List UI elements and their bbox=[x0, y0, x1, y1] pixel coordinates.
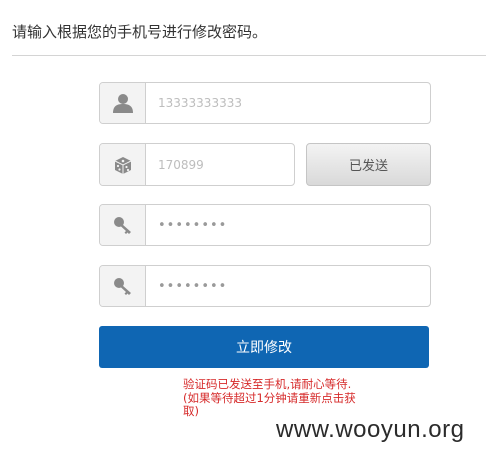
notice-message: 验证码已发送至手机,请耐心等待. (如果等待超过1分钟请重新点击获取) bbox=[183, 377, 358, 419]
watermark: www.wooyun.org bbox=[276, 416, 465, 443]
key-icon bbox=[100, 205, 146, 245]
phone-input[interactable] bbox=[146, 83, 430, 123]
key-icon bbox=[100, 266, 146, 306]
divider bbox=[12, 55, 486, 56]
password-field bbox=[99, 204, 431, 246]
send-code-button[interactable]: 已发送 bbox=[306, 143, 431, 186]
submit-button[interactable]: 立即修改 bbox=[99, 326, 429, 368]
password-input[interactable] bbox=[146, 205, 430, 245]
notice-line: 验证码已发送至手机,请耐心等待. bbox=[183, 377, 352, 391]
page-title: 请输入根据您的手机号进行修改密码。 bbox=[12, 23, 268, 41]
user-icon bbox=[100, 83, 146, 123]
code-input[interactable] bbox=[146, 144, 294, 185]
confirm-password-field bbox=[99, 265, 431, 307]
code-field bbox=[99, 143, 295, 186]
notice-line: (如果等待超过1分钟请重新点击获取) bbox=[183, 390, 356, 418]
confirm-password-input[interactable] bbox=[146, 266, 430, 306]
dice-icon bbox=[100, 144, 146, 185]
phone-field bbox=[99, 82, 431, 124]
